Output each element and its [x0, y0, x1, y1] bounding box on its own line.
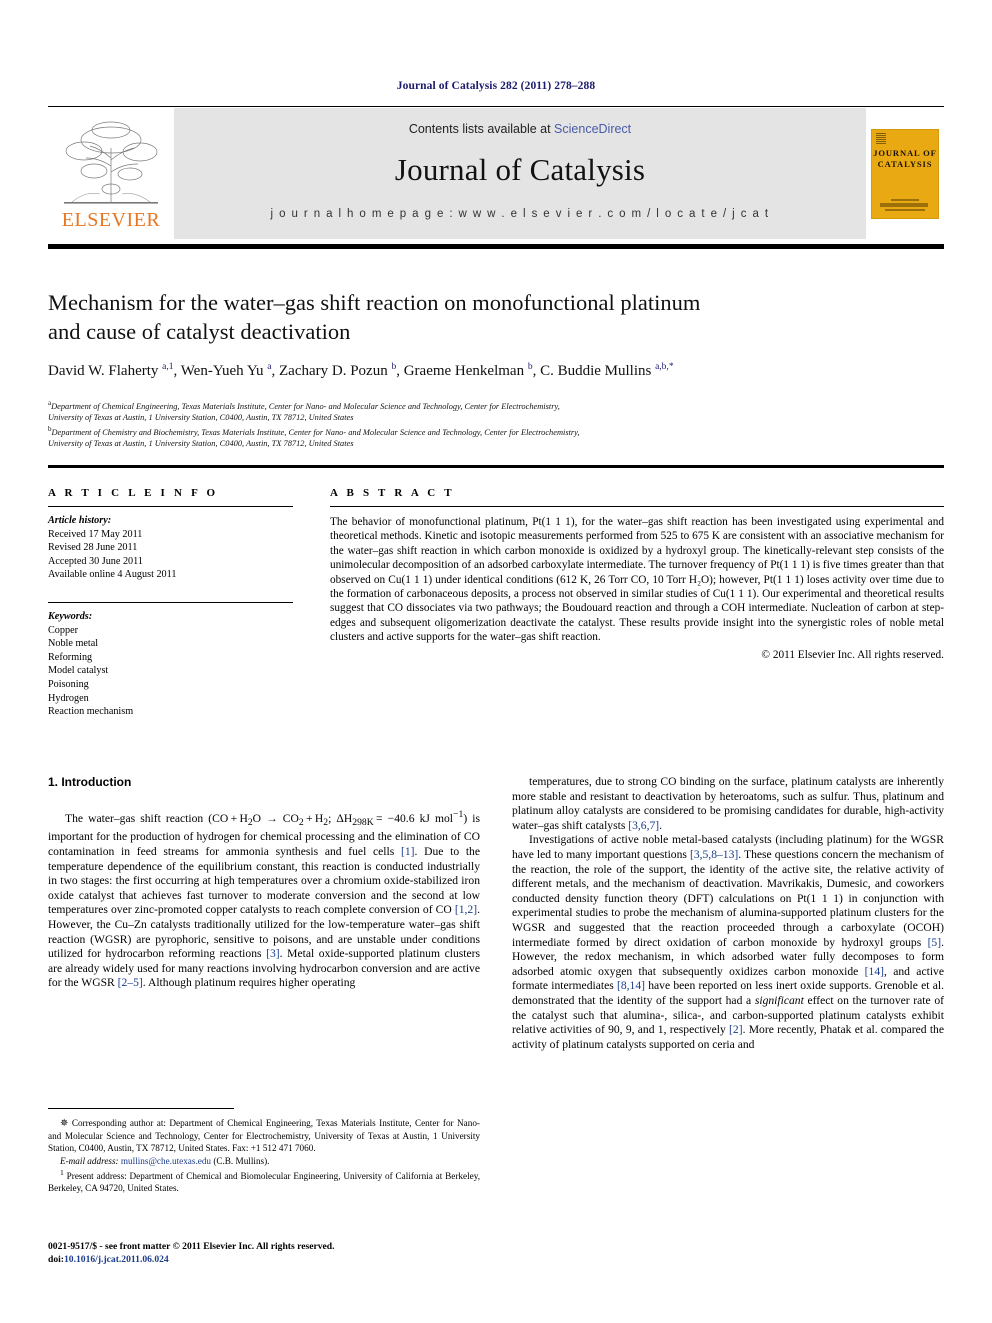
abstract-divider	[330, 506, 944, 507]
article-info-heading: A R T I C L E I N F O	[48, 487, 219, 499]
affiliation-a: aDepartment of Chemical Engineering, Tex…	[48, 399, 560, 423]
cover-title-line1: JOURNAL OF	[873, 147, 937, 158]
footnote-rule	[48, 1108, 234, 1109]
sciencedirect-link[interactable]: ScienceDirect	[554, 122, 631, 136]
masthead-top-rule	[48, 106, 944, 107]
cover-title: JOURNAL OF CATALYSIS	[872, 148, 938, 170]
affiliation-b-line1: Department of Chemistry and Biochemistry…	[51, 427, 580, 437]
running-head: Journal of Catalysis 282 (2011) 278–288	[396, 80, 596, 92]
abstract-copyright: © 2011 Elsevier Inc. All rights reserved…	[761, 648, 944, 661]
page-title: Mechanism for the water–gas shift reacti…	[48, 288, 908, 346]
history-item: Revised 28 June 2011	[48, 542, 138, 554]
article-info-divider	[48, 506, 293, 507]
journal-masthead: ELSEVIER Contents lists available at Sci…	[48, 108, 944, 239]
history-item: Received 17 May 2011	[48, 528, 143, 540]
keywords-label: Keywords:	[48, 610, 93, 622]
footnote-email: E-mail address: mullins@che.utexas.edu (…	[60, 1155, 270, 1166]
cover-elsevier-mark-icon	[876, 132, 886, 144]
affiliations: aDepartment of Chemical Engineering, Tex…	[48, 398, 928, 449]
masthead-bottom-rule	[48, 244, 944, 249]
contents-prefix: Contents lists available at	[408, 122, 555, 136]
keyword-item: Model catalyst	[48, 665, 109, 677]
footnotes: ✵ Corresponding author at: Department of…	[48, 1117, 480, 1194]
abstract-column: A B S T R A C T The behavior of monofunc…	[330, 487, 944, 661]
abstract-text: The behavior of monofunctional platinum,…	[330, 516, 945, 644]
author-list: David W. Flaherty a,1, Wen-Yueh Yu a, Za…	[48, 362, 674, 379]
keywords-block: Keywords: Copper Noble metal Reforming M…	[48, 610, 293, 719]
journal-title: Journal of Catalysis	[394, 152, 646, 187]
section-heading-introduction: 1. Introduction	[48, 775, 132, 789]
body-column-right: temperatures, due to strong CO binding o…	[512, 775, 944, 1052]
body-column-left: 1. Introduction The water–gas shift reac…	[48, 775, 480, 991]
issn-line: 0021-9517/$ - see front matter © 2011 El…	[48, 1241, 335, 1252]
footnote-corresponding-author: ✵ Corresponding author at: Department of…	[48, 1118, 480, 1154]
keyword-item: Noble metal	[48, 638, 99, 650]
history-item: Accepted 30 June 2011	[48, 555, 143, 567]
cover-title-line2: CATALYSIS	[877, 158, 933, 169]
body-paragraph: temperatures, due to strong CO binding o…	[512, 775, 944, 832]
abstract-heading: A B S T R A C T	[330, 487, 455, 499]
keyword-item: Reforming	[48, 651, 93, 663]
elsevier-wordmark: ELSEVIER	[61, 209, 161, 231]
cover-sciencedirect-mark-icon	[880, 198, 930, 213]
affiliation-b-line2: University of Texas at Austin, 1 Univers…	[48, 438, 354, 448]
contents-line: Contents lists available at ScienceDirec…	[174, 122, 866, 136]
journal-cover-block: JOURNAL OF CATALYSIS	[866, 108, 944, 239]
abstract-section-top-rule	[48, 465, 944, 468]
keyword-item: Hydrogen	[48, 692, 89, 704]
imprint-block: 0021-9517/$ - see front matter © 2011 El…	[48, 1240, 518, 1266]
affiliation-a-line2: University of Texas at Austin, 1 Univers…	[48, 413, 354, 423]
masthead-center: Contents lists available at ScienceDirec…	[174, 108, 866, 239]
title-line-2: and cause of catalyst deactivation	[48, 319, 351, 344]
title-line-1: Mechanism for the water–gas shift reacti…	[48, 290, 701, 315]
article-history-label: Article history:	[48, 515, 112, 526]
history-item: Available online 4 August 2011	[48, 569, 177, 581]
paper-page: Journal of Catalysis 282 (2011) 278–288	[0, 0, 992, 1323]
doi-value[interactable]: 10.1016/j.jcat.2011.06.024	[64, 1254, 169, 1265]
affiliation-a-line1: Department of Chemical Engineering, Texa…	[51, 401, 560, 411]
article-history: Article history: Received 17 May 2011 Re…	[48, 514, 293, 582]
body-paragraph: Investigations of active noble metal-bas…	[512, 833, 944, 1051]
affiliation-b: bDepartment of Chemistry and Biochemistr…	[48, 424, 580, 448]
article-info-column: A R T I C L E I N F O Article history: R…	[48, 487, 293, 719]
keywords-divider	[48, 601, 293, 603]
elsevier-tree-icon: ELSEVIER	[54, 114, 168, 234]
footnote-present-address: 1 Present address: Department of Chemica…	[48, 1167, 480, 1194]
journal-cover-image: JOURNAL OF CATALYSIS	[871, 128, 939, 219]
doi-prefix: doi:	[48, 1254, 64, 1265]
journal-homepage-url[interactable]: j o u r n a l h o m e p a g e : w w w . …	[174, 208, 866, 220]
keyword-item: Copper	[48, 624, 78, 636]
keyword-item: Reaction mechanism	[48, 706, 134, 718]
doi-line: doi:10.1016/j.jcat.2011.06.024	[48, 1253, 518, 1266]
keyword-item: Poisoning	[48, 678, 89, 690]
publisher-logo-block: ELSEVIER	[48, 108, 174, 239]
body-paragraph: The water–gas shift reaction (CO + H2O →…	[48, 808, 480, 990]
